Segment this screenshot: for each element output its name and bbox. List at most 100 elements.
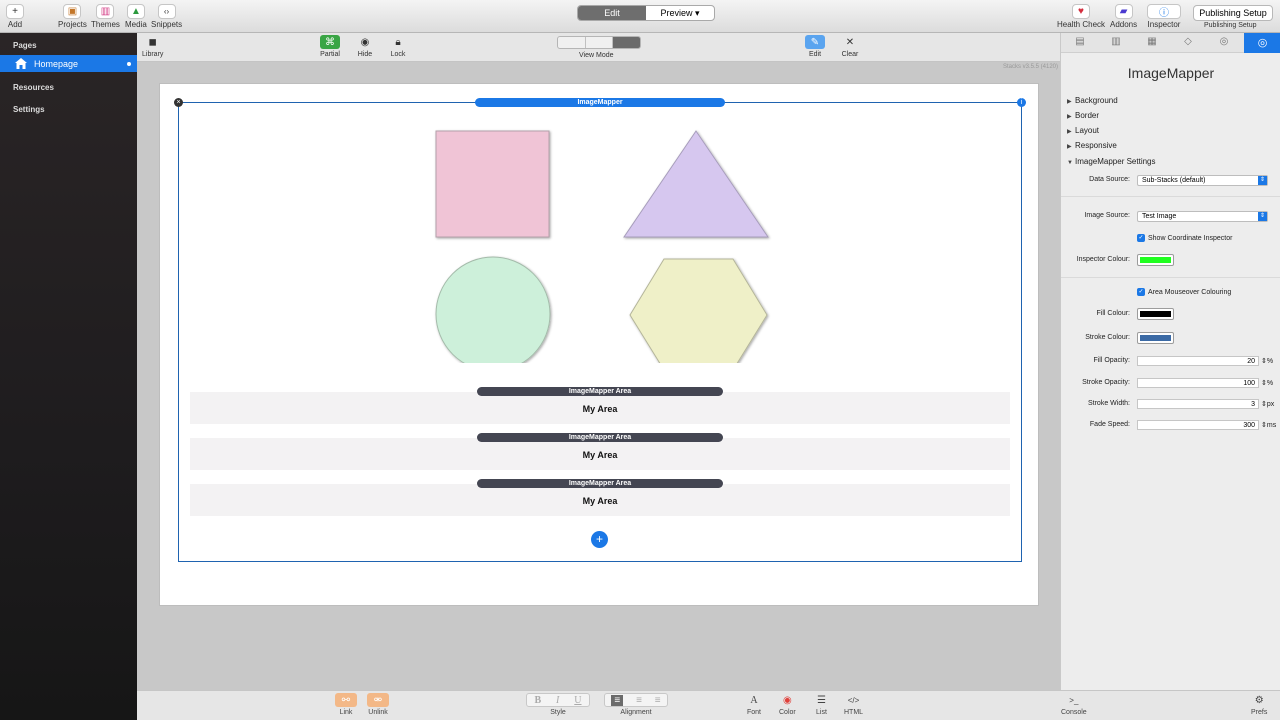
- section-label: Border: [1075, 111, 1100, 120]
- color-label: Color: [779, 709, 796, 716]
- media-button[interactable]: ▲ Media: [125, 4, 147, 29]
- imagemapper-stack[interactable]: × ImageMapper i ImageMapper Area My Area…: [174, 98, 1026, 562]
- section-background[interactable]: ▶ Background: [1067, 96, 1118, 105]
- color-button[interactable]: ◉ Color: [779, 693, 796, 717]
- section-layout[interactable]: ▶ Layout: [1067, 126, 1099, 135]
- snippets-button[interactable]: ‹› Snippets: [151, 4, 182, 29]
- sidebar-item-homepage[interactable]: Homepage: [0, 55, 137, 72]
- projects-button[interactable]: ▣ Projects: [58, 4, 87, 29]
- view-mode-option[interactable]: [558, 37, 586, 48]
- alignment-buttons: ≡ ≡ ≡: [604, 693, 668, 707]
- area-title-bar[interactable]: ImageMapper Area: [477, 433, 723, 442]
- inspector-colour-well[interactable]: [1137, 254, 1174, 266]
- projects-label: Projects: [58, 20, 87, 29]
- edit-button[interactable]: ✎ Edit: [805, 35, 825, 58]
- publishing-setup-label: Publishing Setup: [1204, 22, 1257, 29]
- image-map-graphic: [435, 130, 769, 363]
- partial-button[interactable]: ⌘ Partial: [320, 35, 340, 58]
- link-button[interactable]: ⚯ Link: [335, 693, 357, 716]
- edit-label: Edit: [808, 51, 822, 58]
- image-source-select[interactable]: Test Image ⇕: [1137, 211, 1268, 222]
- data-source-label: Data Source:: [1089, 176, 1130, 183]
- fill-colour-well[interactable]: [1137, 308, 1174, 320]
- sidebar-item-settings[interactable]: Settings: [0, 105, 45, 114]
- underline-button[interactable]: U: [574, 695, 581, 706]
- bottom-toolbar: ⚯ Link ⚮ Unlink BIU Style ≡ ≡ ≡ Alignment …: [137, 690, 1280, 720]
- imagemapper-area[interactable]: ImageMapper Area My Area: [190, 479, 1010, 516]
- hide-label: Hide: [357, 51, 373, 58]
- hide-button[interactable]: ◉ Hide: [355, 35, 375, 59]
- colour-fill: [1140, 335, 1171, 341]
- lock-button[interactable]: 🔒︎ Lock: [388, 35, 408, 59]
- publishing-setup-button[interactable]: Publishing Setup: [1193, 5, 1273, 21]
- stroke-colour-well[interactable]: [1137, 332, 1174, 344]
- list-button[interactable]: ☰ List: [816, 693, 827, 717]
- stack-toolbar: ◼ Library ⌘ Partial ◉ Hide 🔒︎ Lock View …: [137, 33, 1060, 70]
- close-icon: ✕: [845, 36, 855, 48]
- fade-speed-unit: ⇕ms: [1261, 421, 1276, 429]
- section-responsive[interactable]: ▶ Responsive: [1067, 141, 1117, 150]
- health-check-button[interactable]: ♥ Health Check: [1057, 4, 1105, 29]
- fade-speed-field[interactable]: 300: [1137, 420, 1259, 430]
- add-label: Add: [7, 20, 23, 29]
- font-button[interactable]: A Font: [747, 693, 761, 717]
- themes-button[interactable]: ▥ Themes: [91, 4, 120, 29]
- view-mode-switch[interactable]: [557, 36, 641, 49]
- view-mode-option[interactable]: [586, 37, 614, 48]
- prefs-button[interactable]: ⚙ Prefs: [1251, 693, 1268, 717]
- align-center-icon[interactable]: ≡: [636, 695, 642, 706]
- library-button[interactable]: ◼ Library: [142, 35, 163, 59]
- unlink-button[interactable]: ⚮ Unlink: [367, 693, 389, 716]
- italic-button[interactable]: I: [556, 695, 559, 706]
- unit-label: %: [1266, 358, 1274, 365]
- add-button[interactable]: + Add: [6, 4, 24, 29]
- section-border[interactable]: ▶ Border: [1067, 111, 1099, 120]
- addons-button[interactable]: ▰ Addons: [1110, 4, 1137, 29]
- data-source-select[interactable]: Sub-Stacks (default) ⇕: [1137, 175, 1268, 186]
- preview-mode-button[interactable]: Preview ▾: [646, 6, 714, 20]
- bold-button[interactable]: B: [534, 695, 541, 706]
- imagemapper-area[interactable]: ImageMapper Area My Area: [190, 433, 1010, 470]
- tab-layout-icon[interactable]: ▥: [1109, 36, 1123, 49]
- inspector-button[interactable]: ⓘ Inspector: [1147, 4, 1181, 29]
- stroke-width-field[interactable]: 3: [1137, 399, 1259, 409]
- show-coordinate-checkbox[interactable]: ✓ Show Coordinate Inspector: [1137, 234, 1232, 242]
- imagemapper-area[interactable]: ImageMapper Area My Area: [190, 387, 1010, 424]
- unit-label: ms: [1266, 422, 1277, 429]
- stroke-opacity-field[interactable]: 100: [1137, 378, 1259, 388]
- align-left-icon[interactable]: ≡: [611, 694, 624, 706]
- inspector-colour-label: Inspector Colour:: [1076, 256, 1130, 263]
- clear-label: Clear: [841, 51, 859, 58]
- circle-shape: [435, 256, 551, 363]
- tab-grid-icon[interactable]: ▦: [1145, 36, 1159, 49]
- add-stack-button[interactable]: +: [591, 531, 608, 548]
- section-label: Background: [1075, 96, 1118, 105]
- prefs-label: Prefs: [1251, 709, 1268, 716]
- tab-tag-icon[interactable]: ◇: [1181, 36, 1195, 49]
- tab-target-icon[interactable]: ◎: [1217, 36, 1231, 49]
- colour-fill: [1140, 311, 1171, 317]
- clear-button[interactable]: ✕ Clear: [840, 35, 860, 59]
- alignment-group: ≡ ≡ ≡ Alignment: [604, 693, 668, 716]
- section-label: Layout: [1075, 126, 1100, 135]
- section-imagemapper-settings[interactable]: ▼ ImageMapper Settings: [1067, 157, 1156, 166]
- area-text: My Area: [582, 404, 618, 414]
- view-mode-option-active[interactable]: [613, 37, 640, 48]
- hexagon-shape: [629, 258, 768, 363]
- fill-opacity-field[interactable]: 20: [1137, 356, 1259, 366]
- info-icon: ⓘ: [1147, 4, 1181, 19]
- style-buttons: BIU: [526, 693, 590, 707]
- area-title-bar[interactable]: ImageMapper Area: [477, 479, 723, 488]
- unit-label: px: [1266, 401, 1275, 408]
- sidebar-item-resources[interactable]: Resources: [0, 83, 54, 92]
- align-right-icon[interactable]: ≡: [655, 695, 661, 706]
- console-button[interactable]: >_ Console: [1061, 693, 1087, 717]
- media-label: Media: [125, 20, 147, 29]
- edit-mode-button[interactable]: Edit: [578, 6, 646, 20]
- html-button[interactable]: </> HTML: [844, 693, 863, 717]
- tab-stack-settings-icon[interactable]: ◎: [1244, 33, 1280, 53]
- tab-page-icon[interactable]: ▤: [1073, 36, 1087, 49]
- color-wheel-icon: ◉: [783, 694, 792, 706]
- area-title-bar[interactable]: ImageMapper Area: [477, 387, 723, 396]
- mouseover-colouring-checkbox[interactable]: ✓ Area Mouseover Colouring: [1137, 288, 1231, 296]
